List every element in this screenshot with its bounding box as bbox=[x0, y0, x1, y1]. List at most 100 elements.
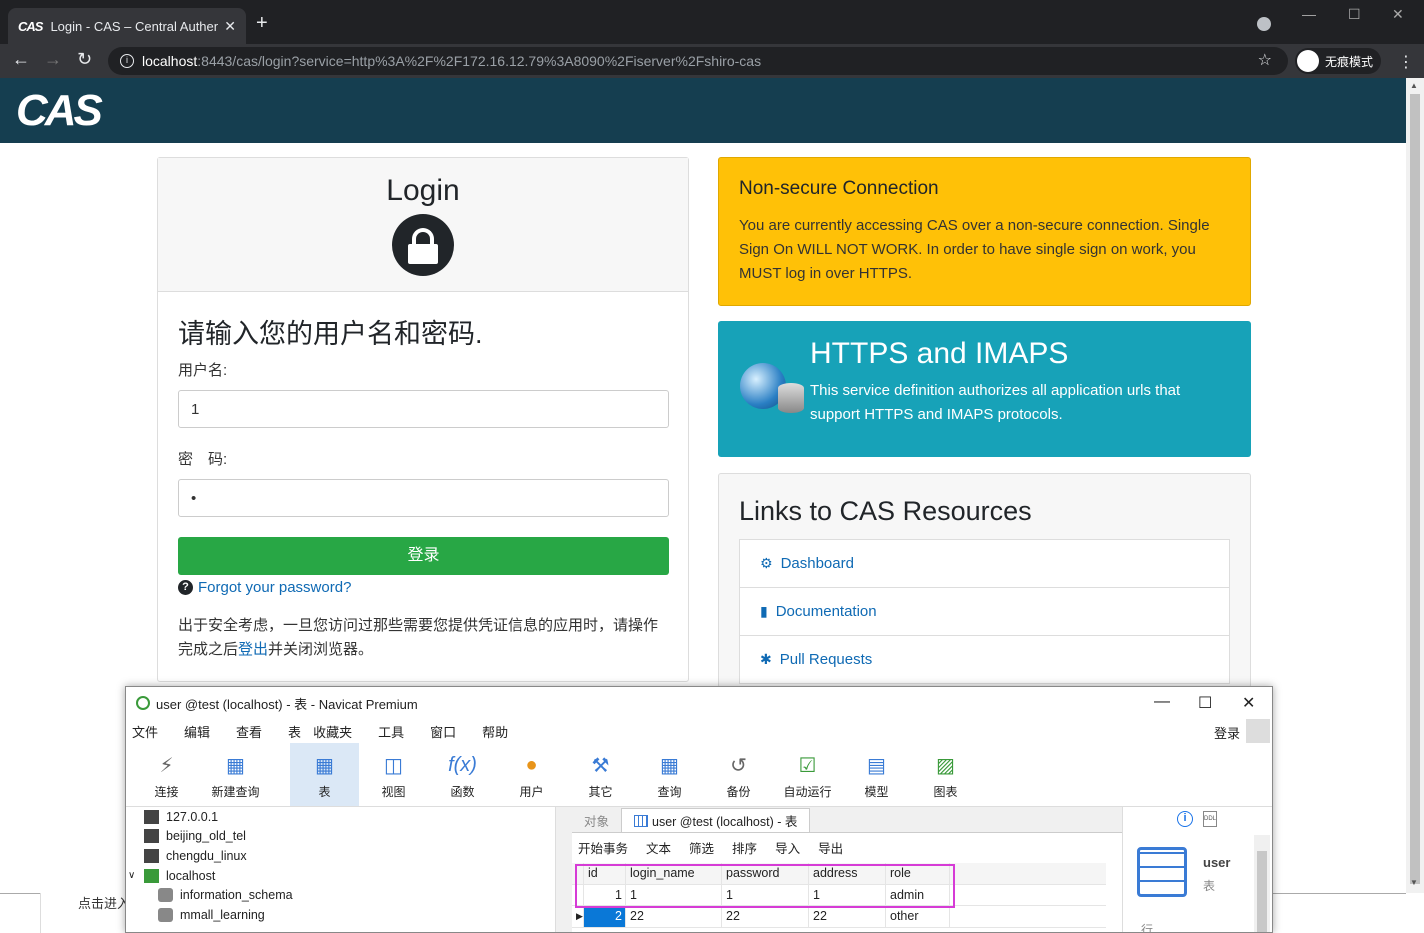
navicat-login[interactable]: 登录 bbox=[1214, 723, 1240, 742]
chevron-down-icon[interactable]: ∨ bbox=[128, 870, 144, 881]
table-row[interactable]: ▶ 2 22 22 22 other bbox=[572, 906, 1112, 928]
text-button[interactable]: 文本 bbox=[646, 838, 671, 857]
maximize-icon[interactable]: ☐ bbox=[1348, 6, 1361, 23]
scrollbar-thumb[interactable] bbox=[1410, 94, 1420, 884]
reload-icon[interactable]: ↻ bbox=[77, 49, 92, 70]
username-input[interactable]: 1 bbox=[178, 390, 669, 428]
toolbar-user-button[interactable]: ● 用户 bbox=[497, 743, 566, 806]
cell-address[interactable]: 22 bbox=[809, 906, 886, 927]
database-icon bbox=[158, 907, 173, 922]
sort-button[interactable]: 排序 bbox=[732, 838, 757, 857]
tab-user-table[interactable]: user @test (localhost) - 表 bbox=[621, 808, 811, 832]
cell-role[interactable]: other bbox=[886, 906, 950, 927]
menu-favorites[interactable]: 收藏夹 bbox=[313, 722, 352, 741]
cell-id[interactable]: 2 bbox=[584, 906, 626, 927]
scroll-up-icon[interactable]: ▲ bbox=[1410, 81, 1418, 90]
address-bar[interactable]: i localhost:8443/cas/login?service=http%… bbox=[108, 47, 1288, 75]
toolbar-new-query-button[interactable]: ▦ 新建查询 bbox=[201, 743, 270, 806]
col-id[interactable]: id bbox=[584, 863, 626, 884]
begin-transaction-button[interactable]: 开始事务 bbox=[578, 838, 628, 857]
link-dashboard[interactable]: ⚙ Dashboard bbox=[739, 539, 1230, 588]
navicat-maximize-icon[interactable]: ☐ bbox=[1198, 693, 1212, 713]
menu-tools[interactable]: 工具 bbox=[378, 722, 404, 741]
link-pull-requests[interactable]: ✱ Pull Requests bbox=[739, 635, 1230, 684]
profile-dropdown-icon[interactable] bbox=[1257, 17, 1271, 31]
tree-item-beijing[interactable]: beijing_old_tel bbox=[126, 827, 555, 847]
toolbar-schedule-button[interactable]: ☑ 自动运行 bbox=[773, 743, 842, 806]
menu-help[interactable]: 帮助 bbox=[482, 722, 508, 741]
col-address[interactable]: address bbox=[809, 863, 886, 884]
tab-close-icon[interactable]: ✕ bbox=[224, 18, 236, 35]
close-window-icon[interactable]: ✕ bbox=[1392, 6, 1404, 23]
tree-item-chengdu[interactable]: chengdu_linux bbox=[126, 846, 555, 866]
scroll-down-icon[interactable]: ▼ bbox=[1410, 878, 1418, 887]
menu-view[interactable]: 查看 bbox=[236, 722, 262, 741]
tree-item-localhost[interactable]: ∨ localhost bbox=[126, 866, 555, 886]
tree-item-127[interactable]: 127.0.0.1 bbox=[126, 807, 555, 827]
page-scrollbar[interactable]: ▲ ▼ bbox=[1406, 78, 1424, 893]
ddl-icon[interactable]: DDL bbox=[1203, 811, 1217, 827]
info-icon[interactable]: i bbox=[1177, 811, 1193, 827]
cell-login-name[interactable]: 22 bbox=[626, 906, 722, 927]
col-login-name[interactable]: login_name bbox=[626, 863, 722, 884]
function-icon: f(x) bbox=[448, 753, 477, 776]
cell-address[interactable]: 1 bbox=[809, 884, 886, 905]
side-panel-scrollbar[interactable] bbox=[1254, 835, 1270, 932]
menu-file[interactable]: 文件 bbox=[132, 722, 158, 741]
import-button[interactable]: 导入 bbox=[775, 838, 800, 857]
forward-icon[interactable]: → bbox=[44, 49, 62, 70]
toolbar-backup-button[interactable]: ↺ 备份 bbox=[704, 743, 773, 806]
toolbar-function-button[interactable]: f(x) 函数 bbox=[428, 743, 497, 806]
menu-table[interactable]: 表 bbox=[288, 722, 301, 741]
logout-link[interactable]: 登出 bbox=[238, 641, 268, 658]
table-row[interactable]: 1 1 1 1 admin bbox=[572, 884, 1112, 906]
browser-tab[interactable]: CAS Login - CAS – Central Authenti ✕ bbox=[8, 8, 246, 44]
row-pointer-icon: ▶ bbox=[572, 906, 584, 927]
cell-role[interactable]: admin bbox=[886, 884, 950, 905]
cell-password[interactable]: 1 bbox=[722, 884, 809, 905]
menu-window[interactable]: 窗口 bbox=[430, 722, 456, 741]
toolbar-model-button[interactable]: ▤ 模型 bbox=[842, 743, 911, 806]
minimize-icon[interactable]: — bbox=[1302, 6, 1316, 22]
back-icon[interactable]: ← bbox=[12, 49, 30, 70]
filter-button[interactable]: 筛选 bbox=[689, 838, 714, 857]
file-icon: ▮ bbox=[760, 603, 768, 619]
toolbar-table-button[interactable]: ▦ 表 bbox=[290, 743, 359, 806]
incognito-badge[interactable]: 无痕模式 bbox=[1295, 48, 1382, 74]
col-role[interactable]: role bbox=[886, 863, 950, 884]
url-path: :8443/cas/login?service=http%3A%2F%2F172… bbox=[197, 53, 762, 69]
login-submit-button[interactable]: 登录 bbox=[178, 537, 669, 575]
menu-kebab-icon[interactable]: ⋮ bbox=[1398, 52, 1414, 72]
new-tab-icon[interactable]: + bbox=[256, 12, 268, 35]
toolbar-query-button[interactable]: ▦ 查询 bbox=[635, 743, 704, 806]
toolbar-chart-button[interactable]: ▨ 图表 bbox=[911, 743, 980, 806]
cell-password[interactable]: 22 bbox=[722, 906, 809, 927]
col-password[interactable]: password bbox=[722, 863, 809, 884]
cell-login-name[interactable]: 1 bbox=[626, 884, 722, 905]
connection-icon bbox=[144, 809, 159, 824]
partial-text: 点击进入 bbox=[78, 896, 131, 911]
data-grid: id login_name password address role 1 1 … bbox=[572, 863, 1112, 928]
tree-item-mmall[interactable]: mmall_learning bbox=[126, 905, 555, 925]
navicat-window: user @test (localhost) - 表 - Navicat Pre… bbox=[125, 686, 1273, 933]
tree-item-information-schema[interactable]: information_schema bbox=[126, 885, 555, 905]
toolbar-view-button[interactable]: ◫ 视图 bbox=[359, 743, 428, 806]
toolbar-other-button[interactable]: ⚒ 其它 bbox=[566, 743, 635, 806]
forgot-password-link[interactable]: ? Forgot your password? bbox=[178, 579, 668, 596]
menu-edit[interactable]: 编辑 bbox=[184, 722, 210, 741]
toolbar-connect-button[interactable]: ⚡ 连接 bbox=[132, 743, 201, 806]
tree-scrollbar[interactable] bbox=[556, 807, 572, 932]
grid-scrollbar[interactable] bbox=[1106, 863, 1122, 932]
password-input[interactable]: • bbox=[178, 479, 669, 517]
export-button[interactable]: 导出 bbox=[818, 838, 843, 857]
cell-id[interactable]: 1 bbox=[584, 884, 626, 905]
link-documentation[interactable]: ▮ Documentation bbox=[739, 587, 1230, 636]
navicat-minimize-icon[interactable]: — bbox=[1154, 693, 1170, 711]
login-card: Login 请输入您的用户名和密码. 用户名: 1 密 码: • 登录 ? Fo… bbox=[157, 157, 689, 682]
toolbar-model-label: 模型 bbox=[864, 785, 889, 799]
tab-objects[interactable]: 对象 bbox=[572, 808, 621, 832]
site-info-icon[interactable]: i bbox=[120, 54, 134, 68]
bookmark-star-icon[interactable]: ☆ bbox=[1258, 50, 1272, 70]
navicat-close-icon[interactable]: ✕ bbox=[1242, 693, 1255, 713]
avatar[interactable] bbox=[1246, 719, 1270, 743]
